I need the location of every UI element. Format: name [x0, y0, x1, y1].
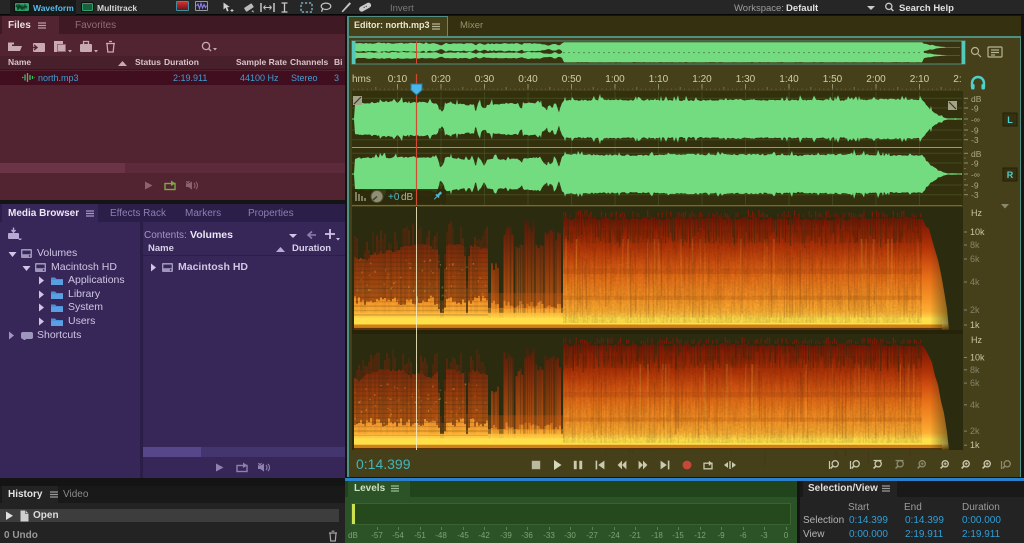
svg-text:1:20: 1:20	[692, 74, 712, 85]
svg-text:2k: 2k	[970, 305, 980, 315]
svg-text:-∞: -∞	[971, 115, 980, 125]
svg-text:hms: hms	[352, 74, 371, 85]
svg-text:6k: 6k	[970, 254, 980, 264]
svg-text:2:00: 2:00	[866, 74, 886, 85]
svg-text:Hz: Hz	[971, 208, 982, 218]
svg-text:0:40: 0:40	[518, 74, 538, 85]
svg-text:2:20: 2:20	[953, 74, 973, 85]
svg-text:4k: 4k	[970, 400, 980, 410]
svg-text:dB: dB	[971, 94, 982, 104]
svg-text:R: R	[1007, 170, 1014, 180]
svg-text:1:10: 1:10	[649, 74, 669, 85]
svg-text:0:14.399: 0:14.399	[356, 456, 411, 472]
svg-text:1:40: 1:40	[779, 74, 799, 85]
svg-text:0:30: 0:30	[475, 74, 495, 85]
svg-text:-9: -9	[971, 159, 979, 169]
svg-text:1:30: 1:30	[736, 74, 756, 85]
svg-text:-3: -3	[971, 135, 979, 145]
svg-text:1:00: 1:00	[605, 74, 625, 85]
svg-text:10k: 10k	[970, 227, 985, 237]
svg-text:Hz: Hz	[971, 335, 982, 345]
svg-text:6k: 6k	[970, 378, 980, 388]
svg-text:0:20: 0:20	[431, 74, 451, 85]
svg-text:0:50: 0:50	[562, 74, 582, 85]
svg-text:8k: 8k	[970, 240, 980, 250]
svg-text:1:50: 1:50	[823, 74, 843, 85]
svg-text:dB: dB	[401, 192, 414, 203]
svg-text:4k: 4k	[970, 277, 980, 287]
svg-text:0:10: 0:10	[388, 74, 408, 85]
svg-text:-3: -3	[971, 190, 979, 200]
svg-text:1k: 1k	[970, 320, 980, 330]
svg-text:-9: -9	[971, 181, 979, 191]
svg-text:-∞: -∞	[971, 170, 980, 180]
svg-text:1k: 1k	[970, 440, 980, 450]
svg-text:dB: dB	[971, 149, 982, 159]
svg-text:10k: 10k	[970, 353, 985, 363]
svg-text:L: L	[1007, 115, 1013, 125]
svg-text:8k: 8k	[970, 365, 980, 375]
svg-text:+0: +0	[388, 192, 400, 203]
svg-text:-9: -9	[971, 126, 979, 136]
svg-text:-9: -9	[971, 104, 979, 114]
svg-text:2k: 2k	[970, 426, 980, 436]
svg-text:2:10: 2:10	[910, 74, 930, 85]
